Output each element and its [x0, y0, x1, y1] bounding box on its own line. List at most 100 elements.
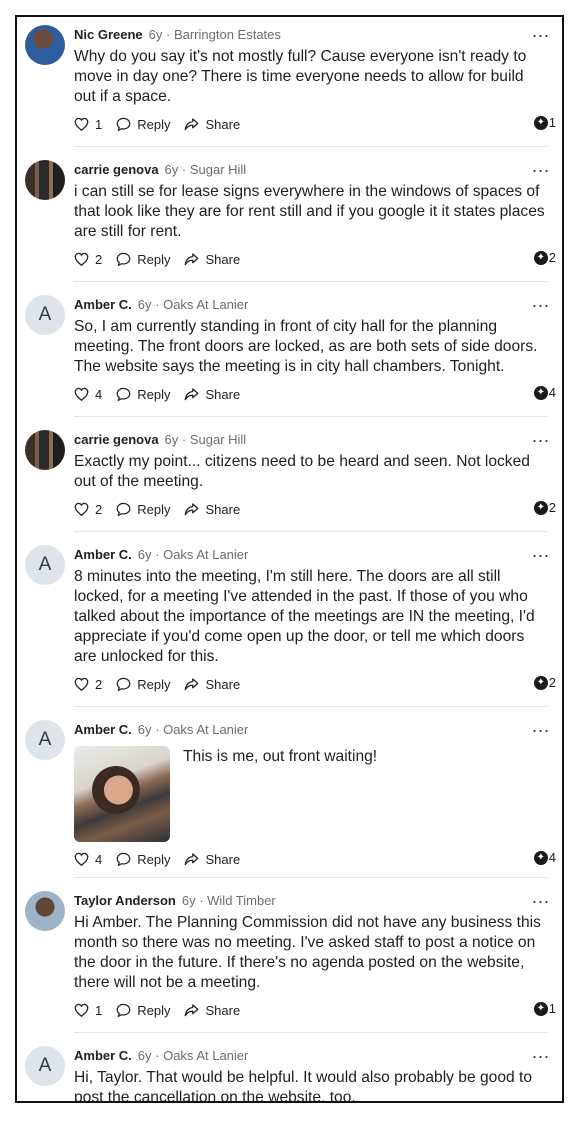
comment: carrie genova 6y · Sugar Hill ... Exactly…	[17, 422, 562, 532]
like-button[interactable]: 1	[74, 1003, 102, 1018]
reply-label: Reply	[137, 1002, 171, 1018]
divider	[74, 146, 548, 147]
share-arrow-icon	[185, 853, 199, 866]
avatar[interactable]	[25, 160, 65, 200]
share-button[interactable]: Share	[184, 677, 240, 692]
avatar[interactable]	[25, 430, 65, 470]
comment-text: So, I am currently standing in front of …	[74, 318, 538, 375]
comment: A Amber C. 6y · Oaks At Lanier ... Hi, Ta…	[17, 1038, 562, 1101]
divider	[74, 1032, 548, 1033]
more-options-button[interactable]: ...	[532, 21, 550, 42]
reply-bubble-icon	[116, 387, 131, 401]
comment-meta: 6y · Sugar Hill	[164, 432, 247, 447]
author-name[interactable]: carrie genova	[74, 432, 159, 447]
comment: carrie genova 6y · Sugar Hill ... i can s…	[17, 152, 562, 282]
author-name[interactable]: Amber C.	[74, 297, 132, 312]
thank-icon: ✦	[533, 675, 548, 690]
reply-label: Reply	[137, 676, 171, 692]
reply-bubble-icon	[116, 1003, 131, 1017]
avatar[interactable]	[25, 25, 65, 65]
thank-count[interactable]: ✦ 1	[533, 1001, 556, 1016]
author-name[interactable]: Amber C.	[74, 1048, 132, 1063]
avatar[interactable]: A	[25, 295, 65, 335]
share-label: Share	[205, 676, 241, 692]
reply-label: Reply	[137, 116, 171, 132]
like-button[interactable]: 4	[74, 852, 102, 867]
reply-button[interactable]: Reply	[116, 677, 170, 692]
comment-text: This is me, out front waiting!	[183, 748, 378, 765]
share-label: Share	[205, 251, 241, 267]
author-name[interactable]: Amber C.	[74, 722, 132, 737]
author-name[interactable]: Nic Greene	[74, 27, 143, 42]
more-options-button[interactable]: ...	[532, 426, 550, 447]
share-button[interactable]: Share	[184, 252, 240, 267]
thank-count[interactable]: ✦ 2	[533, 675, 556, 690]
reply-button[interactable]: Reply	[116, 502, 170, 517]
comment-meta: 6y · Oaks At Lanier	[137, 1048, 249, 1063]
thank-count[interactable]: ✦ 2	[533, 500, 556, 515]
share-button[interactable]: Share	[184, 852, 240, 867]
heart-icon	[74, 117, 89, 131]
share-arrow-icon	[185, 678, 199, 691]
author-name[interactable]: carrie genova	[74, 162, 159, 177]
reply-button[interactable]: Reply	[116, 252, 170, 267]
more-options-button[interactable]: ...	[532, 291, 550, 312]
comment-meta: 6y · Barrington Estates	[148, 27, 281, 42]
attached-photo[interactable]	[74, 746, 170, 842]
share-button[interactable]: Share	[184, 502, 240, 517]
heart-icon	[74, 1003, 89, 1017]
thank-count[interactable]: ✦ 4	[533, 385, 556, 400]
share-button[interactable]: Share	[184, 387, 240, 402]
more-options-button[interactable]: ...	[532, 1042, 550, 1063]
comment-meta: 6y · Oaks At Lanier	[137, 547, 249, 562]
comment: A Amber C. 6y · Oaks At Lanier ... 8 minu…	[17, 537, 562, 707]
comment: Nic Greene 6y · Barrington Estates ... Wh…	[17, 17, 562, 147]
thank-count[interactable]: ✦ 4	[533, 850, 556, 865]
avatar[interactable]: A	[25, 1046, 65, 1086]
like-button[interactable]: 2	[74, 252, 102, 267]
reply-button[interactable]: Reply	[116, 1003, 170, 1018]
author-name[interactable]: Taylor Anderson	[74, 893, 176, 908]
like-count: 4	[95, 851, 103, 867]
reply-button[interactable]: Reply	[116, 852, 170, 867]
more-options-button[interactable]: ...	[532, 156, 550, 177]
more-options-button[interactable]: ...	[532, 716, 550, 737]
heart-icon	[74, 852, 89, 866]
share-arrow-icon	[185, 253, 199, 266]
reply-button[interactable]: Reply	[116, 117, 170, 132]
reply-bubble-icon	[116, 252, 131, 266]
like-count: 2	[95, 251, 103, 267]
divider	[74, 706, 548, 707]
comment: A Amber C. 6y · Oaks At Lanier ... So, I …	[17, 287, 562, 417]
heart-icon	[74, 387, 89, 401]
share-button[interactable]: Share	[184, 1003, 240, 1018]
comment-thread: Nic Greene 6y · Barrington Estates ... Wh…	[15, 15, 564, 1103]
comment-text: i can still se for lease signs everywher…	[74, 183, 545, 240]
share-button[interactable]: Share	[184, 117, 240, 132]
more-options-button[interactable]: ...	[532, 541, 550, 562]
reply-button[interactable]: Reply	[116, 387, 170, 402]
share-arrow-icon	[185, 118, 199, 131]
avatar[interactable]: A	[25, 545, 65, 585]
comment-meta: 6y · Sugar Hill	[164, 162, 247, 177]
like-count: 2	[95, 676, 103, 692]
comment-text: Hi Amber. The Planning Commission did no…	[74, 914, 541, 991]
divider	[74, 877, 548, 878]
like-button[interactable]: 2	[74, 677, 102, 692]
comment-text: Why do you say it's not mostly full? Cau…	[74, 48, 527, 105]
author-name[interactable]: Amber C.	[74, 547, 132, 562]
like-button[interactable]: 2	[74, 502, 102, 517]
divider	[74, 281, 548, 282]
avatar[interactable]	[25, 891, 65, 931]
comment-meta: 6y · Oaks At Lanier	[137, 297, 249, 312]
like-button[interactable]: 1	[74, 117, 102, 132]
like-count: 4	[95, 386, 103, 402]
thank-count[interactable]: ✦ 2	[533, 250, 556, 265]
like-button[interactable]: 4	[74, 387, 102, 402]
reply-label: Reply	[137, 851, 171, 867]
more-options-button[interactable]: ...	[532, 887, 550, 908]
heart-icon	[74, 677, 89, 691]
thank-count[interactable]: ✦ 1	[533, 115, 556, 130]
thank-icon: ✦	[533, 1001, 548, 1016]
avatar[interactable]: A	[25, 720, 65, 760]
